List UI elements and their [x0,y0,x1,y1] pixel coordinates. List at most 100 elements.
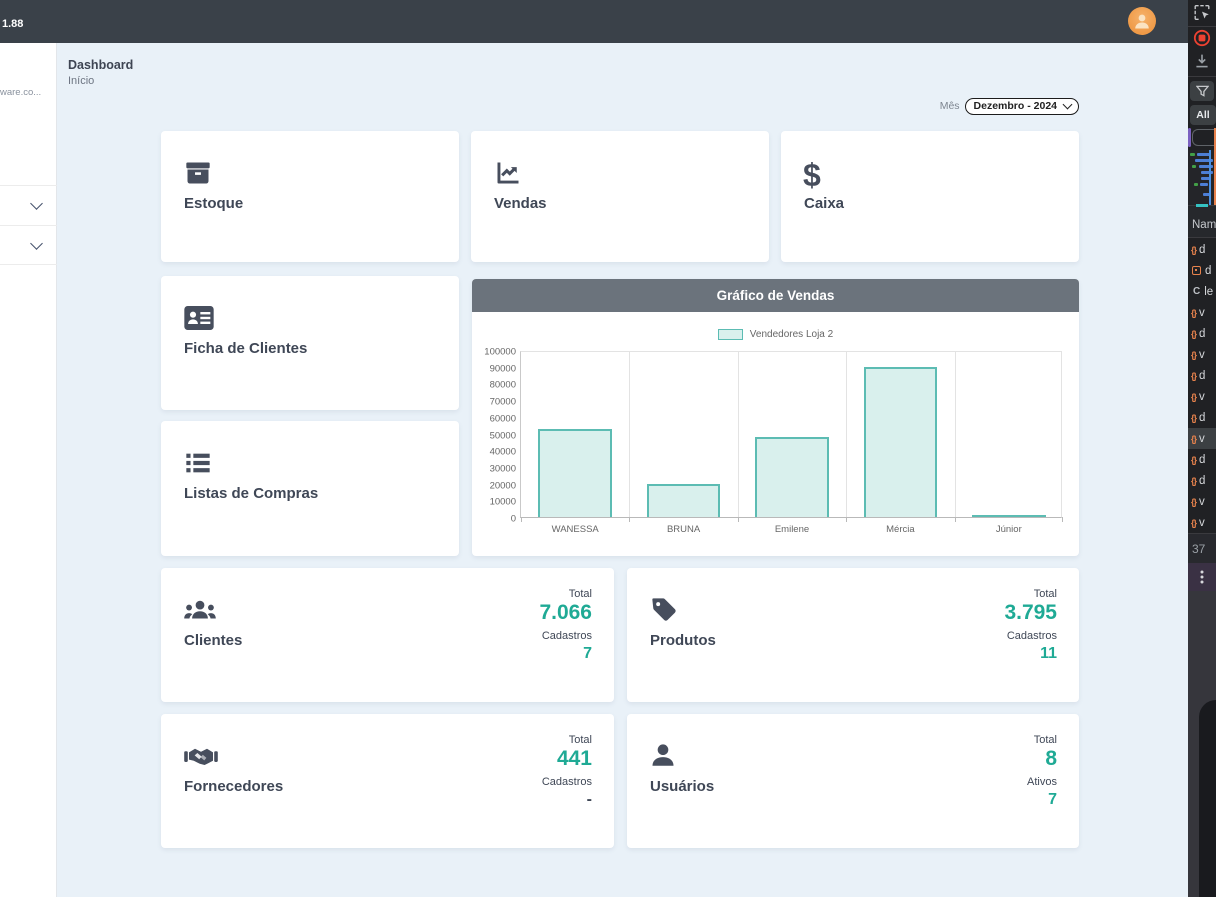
gridline [629,352,630,517]
network-request-row[interactable]: {}d [1188,365,1216,386]
network-request-row[interactable]: {}v [1188,491,1216,512]
request-name: v [1199,307,1205,319]
network-request-row[interactable]: {}d [1188,470,1216,491]
stat-key: Cadastros [1004,630,1057,642]
script-file-icon: {} [1191,476,1196,486]
month-filter-label: Mês [940,100,960,112]
network-request-row[interactable]: {}v [1188,344,1216,365]
x-axis-tick [521,517,522,522]
stat-value: - [542,790,592,811]
network-request-row[interactable]: {}d [1188,239,1216,260]
inspect-element-icon[interactable] [1194,4,1211,21]
request-name: d [1199,370,1205,382]
stylesheet-file-icon: C [1193,286,1200,297]
gridline [846,352,847,517]
font-file-icon [1192,266,1201,275]
y-axis-tick-label: 10000 [490,497,516,508]
filter-input-fragment[interactable] [1192,129,1214,146]
x-axis-tick [955,517,956,522]
sidebar-accordion-item-1[interactable] [0,185,57,225]
x-axis-category-label: Emilene [775,524,809,535]
network-request-row[interactable]: {}d [1188,449,1216,470]
divider [1188,26,1216,27]
x-axis-tick [738,517,739,522]
stat-key: Cadastros [539,630,592,642]
tag-icon [649,596,679,624]
nav-card-vendas[interactable]: Vendas [471,131,769,262]
x-axis-tick [629,517,630,522]
user-avatar[interactable] [1128,7,1156,35]
network-request-row[interactable]: {}v [1188,302,1216,323]
script-file-icon: {} [1191,392,1196,402]
record-stop-icon[interactable] [1193,29,1211,47]
person-icon [1133,12,1151,30]
request-count: 37 [1192,542,1205,556]
filter-funnel-icon [1196,85,1209,97]
left-sidebar: ware.co... [0,43,57,897]
request-name: le [1204,286,1213,298]
script-file-icon: {} [1191,455,1196,465]
script-file-icon: {} [1191,350,1196,360]
stat-card-clientes[interactable]: Clientes Total 7.066 Cadastros 7 [161,568,614,702]
request-name: v [1199,391,1205,403]
filter-all-chip[interactable]: All [1190,105,1216,125]
nav-card-estoque[interactable]: Estoque [161,131,459,262]
top-navbar: 1.88 [0,0,1188,43]
sidebar-truncated-text: ware.co... [0,87,56,98]
bar-chart-plot-area: 0100002000030000400005000060000700008000… [520,351,1062,518]
chart-bar-WANESSA [538,429,612,518]
stat-card-usuarios[interactable]: Usuários Total 8 Ativos 7 [627,714,1079,848]
stat-value: 7 [1027,790,1057,811]
network-name-column-header[interactable]: Nam [1188,205,1216,238]
network-request-row[interactable]: {}d [1188,323,1216,344]
x-axis-category-label: Júnior [996,524,1022,535]
y-axis-tick-label: 70000 [490,397,516,408]
y-axis-tick-label: 30000 [490,463,516,474]
nav-card-listas-de-compras[interactable]: Listas de Compras [161,421,459,556]
request-name: d [1199,475,1205,487]
scrollbar-fragment[interactable] [1188,128,1191,147]
main-content: Dashboard Início Mês Dezembro - 2024 Est… [57,43,1188,897]
x-axis-category-label: WANESSA [552,524,599,535]
network-request-row[interactable]: {}v [1188,386,1216,407]
chart-legend[interactable]: Vendedores Loja 2 [472,329,1079,340]
stat-card-produtos[interactable]: Produtos Total 3.795 Cadastros 11 [627,568,1079,702]
filter-button[interactable] [1190,81,1214,101]
network-request-list: {}ddCle{}v{}d{}v{}d{}v{}d{}v{}d{}d{}v{}v [1188,239,1216,533]
request-name: d [1199,328,1205,340]
network-request-row[interactable]: d [1188,260,1216,281]
nav-card-ficha-de-clientes[interactable]: Ficha de Clientes [161,276,459,410]
x-axis-category-label: BRUNA [667,524,700,535]
y-axis-tick-label: 80000 [490,380,516,391]
request-name: v [1199,517,1205,529]
network-request-row[interactable]: {}v [1188,512,1216,533]
stat-values: Total 3.795 Cadastros 11 [1004,588,1057,665]
month-select-dropdown[interactable]: Dezembro - 2024 [965,98,1079,115]
stat-value: 8 [1027,746,1057,771]
nav-card-caixa[interactable]: $ Caixa [781,131,1079,262]
breadcrumb: Início [68,75,94,87]
month-filter: Mês Dezembro - 2024 [940,98,1079,114]
download-icon[interactable] [1194,53,1210,69]
stat-card-fornecedores[interactable]: Fornecedores Total 441 Cadastros - [161,714,614,848]
request-name: d [1199,412,1205,424]
network-request-row[interactable]: {}v [1188,428,1216,449]
sidebar-accordion-item-2[interactable] [0,225,57,265]
stat-values: Total 441 Cadastros - [542,734,592,811]
request-name: d [1199,454,1205,466]
request-count-bar: 37 [1188,533,1216,563]
script-file-icon: {} [1191,329,1196,339]
stat-card-label: Fornecedores [184,778,283,795]
stat-card-label: Clientes [184,632,242,649]
network-request-row[interactable]: {}d [1188,407,1216,428]
y-axis-tick-label: 90000 [490,363,516,374]
chart-bar-BRUNA [647,484,721,517]
network-overview-waterfall[interactable] [1188,150,1216,205]
gridline [738,352,739,517]
more-options-button[interactable] [1188,563,1216,591]
chart-line-icon [493,159,523,187]
nav-card-label: Ficha de Clientes [184,340,307,357]
network-request-row[interactable]: Cle [1188,281,1216,302]
stat-values: Total 8 Ativos 7 [1027,734,1057,811]
stat-key: Total [1004,588,1057,600]
